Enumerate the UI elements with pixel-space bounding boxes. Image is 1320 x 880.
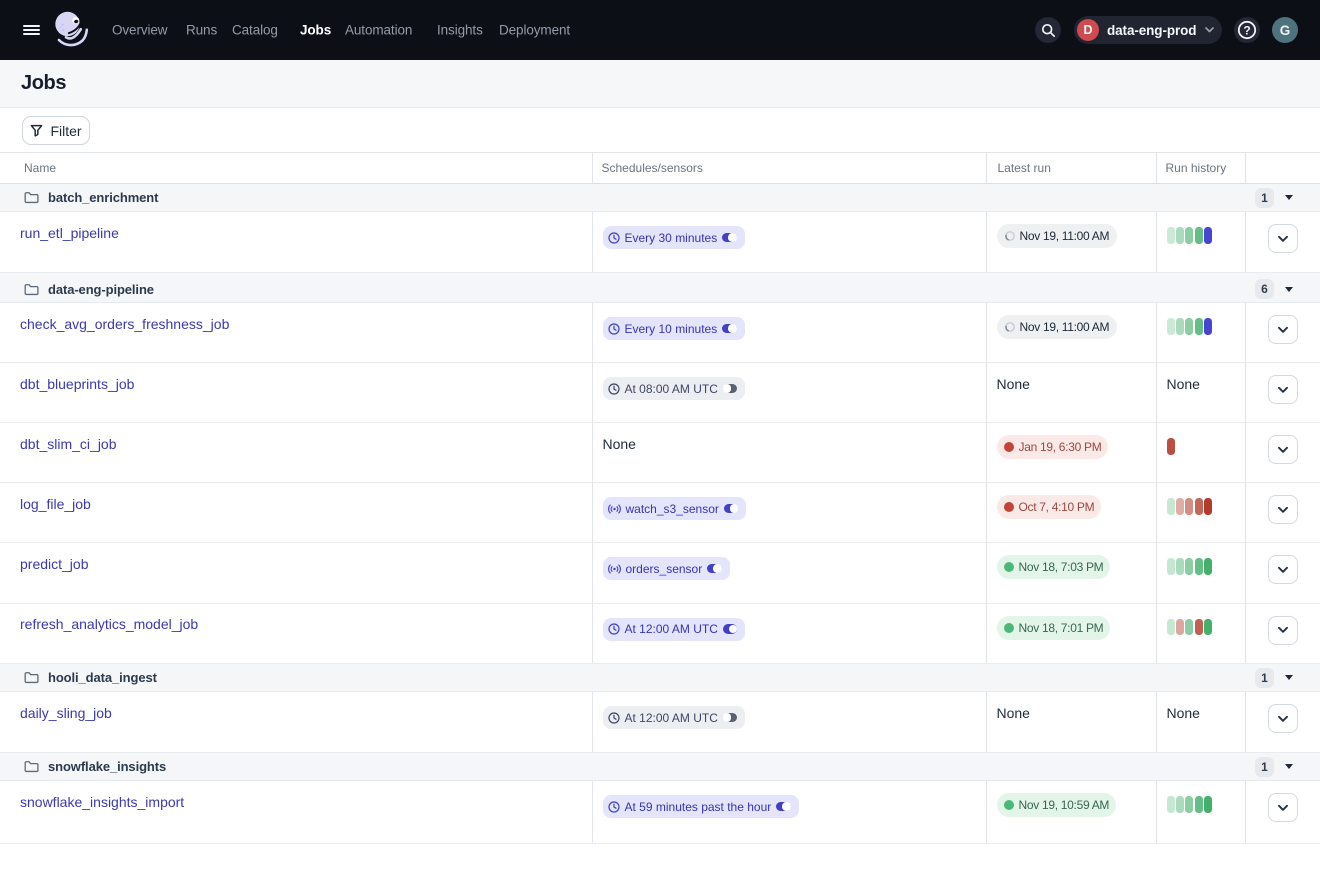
svg-text:?: ? [1243,23,1250,37]
